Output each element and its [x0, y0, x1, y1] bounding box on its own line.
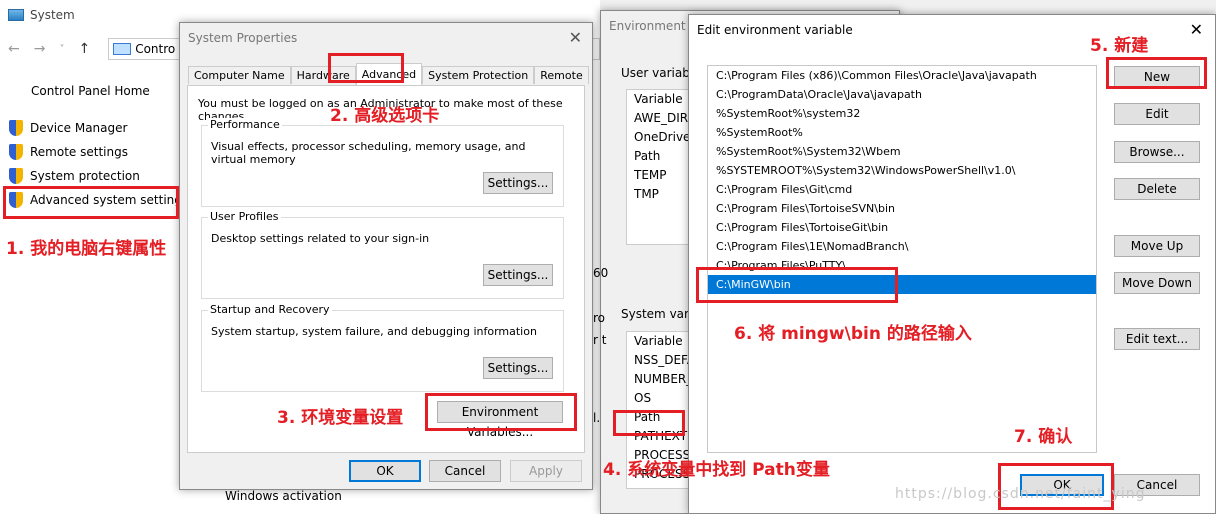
up-arrow-icon[interactable]: ↑: [78, 41, 90, 57]
performance-group: Performance Visual effects, processor sc…: [201, 118, 564, 207]
list-item[interactable]: C:\Program Files\1E\NomadBranch\: [708, 237, 1096, 256]
performance-settings-button[interactable]: Settings...: [483, 172, 553, 194]
list-item[interactable]: C:\Program Files\TortoiseSVN\bin: [708, 199, 1096, 218]
edit-environment-variable-dialog: Edit environment variable ✕ C:\Program F…: [688, 14, 1216, 514]
annotation-step7: 7. 确认: [1014, 427, 1073, 447]
env-dialog-title: Environment V: [609, 19, 698, 33]
watermark-text: https://blog.csdn.net/faint_ying: [895, 486, 1146, 502]
edit-button[interactable]: Edit: [1114, 103, 1200, 125]
list-item[interactable]: AWE_DIR: [627, 109, 695, 128]
list-item[interactable]: C:\ProgramData\Oracle\Java\javapath: [708, 85, 1096, 104]
computer-icon: [113, 43, 132, 55]
text-fragment: l.: [593, 411, 601, 425]
back-arrow-icon[interactable]: ←: [8, 41, 20, 57]
sidebar-item-remote-settings[interactable]: Remote settings: [8, 144, 128, 160]
close-icon[interactable]: ✕: [569, 28, 582, 47]
group-description: Visual effects, processor scheduling, me…: [211, 140, 526, 166]
annotation-step1: 1. 我的电脑右键属性: [6, 239, 167, 259]
user-profiles-group: User Profiles Desktop settings related t…: [201, 210, 564, 299]
list-item[interactable]: %SystemRoot%: [708, 123, 1096, 142]
highlight-box-mingw-entry: [696, 267, 898, 303]
cancel-button[interactable]: Cancel: [429, 460, 501, 482]
close-icon[interactable]: ✕: [1190, 20, 1203, 39]
list-item[interactable]: C:\Program Files\Git\cmd: [708, 180, 1096, 199]
move-up-button[interactable]: Move Up: [1114, 235, 1200, 257]
move-down-button[interactable]: Move Down: [1114, 272, 1200, 294]
group-label: User Profiles: [208, 210, 281, 223]
list-item[interactable]: NUMBER_: [627, 370, 695, 389]
system-title: System: [8, 8, 75, 22]
list-header: Variable: [634, 334, 683, 348]
group-label: Performance: [208, 118, 282, 131]
system-window-icon: [8, 9, 24, 21]
windows-activation-heading: Windows activation: [225, 489, 342, 503]
user-profiles-settings-button[interactable]: Settings...: [483, 264, 553, 286]
sidebar-item-device-manager[interactable]: Device Manager: [8, 120, 127, 136]
highlight-box-path-variable: [613, 410, 685, 436]
group-description: Desktop settings related to your sign-in: [211, 232, 430, 245]
control-panel-home-link[interactable]: Control Panel Home: [31, 84, 150, 98]
tab-remote[interactable]: Remote: [534, 66, 589, 84]
sidebar-item-label: Device Manager: [30, 121, 128, 135]
uac-shield-icon: [8, 168, 24, 184]
list-item[interactable]: OneDrive: [627, 128, 695, 147]
startup-settings-button[interactable]: Settings...: [483, 357, 553, 379]
list-item[interactable]: OS: [627, 389, 695, 408]
list-item[interactable]: C:\Program Files\TortoiseGit\bin: [708, 218, 1096, 237]
path-entries-list[interactable]: C:\Program Files (x86)\Common Files\Orac…: [707, 65, 1097, 453]
annotation-step3: 3. 环境变量设置: [277, 408, 404, 428]
apply-button[interactable]: Apply: [510, 460, 582, 482]
dropdown-chevron-icon[interactable]: ˅: [59, 44, 64, 55]
annotation-step6: 6. 将 mingw\bin 的路径输入: [734, 324, 972, 344]
group-label: Startup and Recovery: [208, 303, 332, 316]
user-variables-list[interactable]: Variable AWE_DIR OneDrive Path TEMP TMP: [626, 89, 696, 245]
sidebar-item-system-protection[interactable]: System protection: [8, 168, 140, 184]
list-item[interactable]: %SystemRoot%\system32: [708, 104, 1096, 123]
delete-button[interactable]: Delete: [1114, 178, 1200, 200]
highlight-box-advanced-tab: [328, 53, 404, 83]
highlight-box-new-button: [1106, 57, 1207, 89]
list-item[interactable]: TMP: [627, 185, 695, 204]
list-item[interactable]: Path: [627, 147, 695, 166]
list-item[interactable]: %SystemRoot%\System32\Wbem: [708, 142, 1096, 161]
ok-button[interactable]: OK: [349, 460, 421, 482]
list-item[interactable]: TEMP: [627, 166, 695, 185]
group-description: System startup, system failure, and debu…: [211, 325, 537, 338]
startup-recovery-group: Startup and Recovery System startup, sys…: [201, 303, 564, 392]
text-fragment: 60: [593, 266, 609, 280]
list-item[interactable]: NSS_DEFA: [627, 351, 695, 370]
annotation-step2: 2. 高级选项卡: [330, 106, 440, 126]
text-fragment: ro: [593, 311, 606, 325]
highlight-box-env-button: [425, 393, 577, 431]
sysprops-title: System Properties: [188, 31, 298, 45]
list-header: Variable: [634, 92, 683, 106]
forward-arrow-icon[interactable]: →: [34, 41, 46, 57]
address-text: Contro: [135, 42, 176, 56]
browse-button[interactable]: Browse...: [1114, 141, 1200, 163]
tab-system-protection[interactable]: System Protection: [422, 66, 535, 84]
annotation-step4: 4. 系统变量中找到 Path变量: [603, 460, 830, 480]
annotation-step5: 5. 新建: [1090, 36, 1149, 56]
tab-computer-name[interactable]: Computer Name: [188, 66, 291, 84]
highlight-box-advanced-settings: [3, 186, 179, 219]
sidebar-item-label: System protection: [30, 169, 140, 183]
sidebar-item-label: Remote settings: [30, 145, 128, 159]
uac-shield-icon: [8, 120, 24, 136]
edit-text-button[interactable]: Edit text...: [1114, 328, 1200, 350]
list-item[interactable]: C:\Program Files (x86)\Common Files\Orac…: [708, 66, 1096, 85]
list-item[interactable]: %SYSTEMROOT%\System32\WindowsPowerShell\…: [708, 161, 1096, 180]
system-title-text: System: [30, 8, 75, 22]
edit-dialog-title: Edit environment variable: [697, 23, 853, 37]
uac-shield-icon: [8, 144, 24, 160]
text-fragment: r t: [593, 333, 607, 347]
